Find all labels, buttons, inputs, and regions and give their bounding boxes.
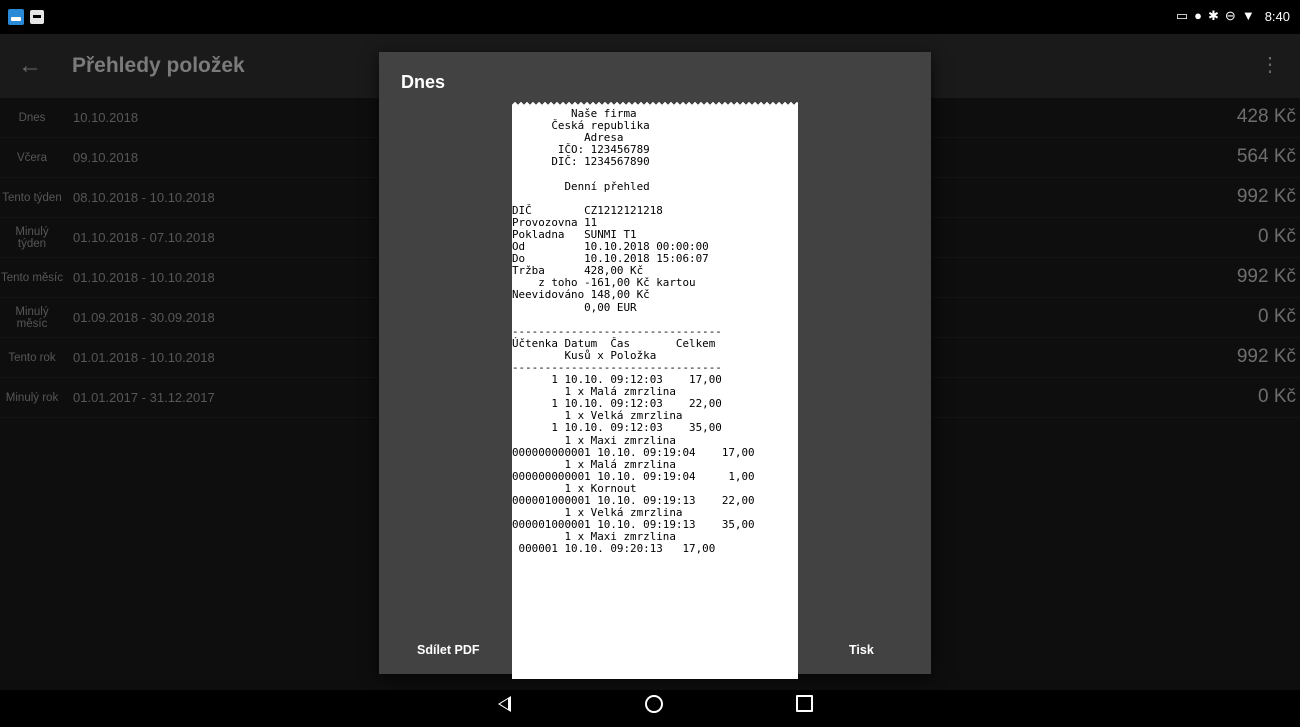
amount: 992 Kč bbox=[1236, 346, 1296, 367]
amount: 0 Kč bbox=[1257, 306, 1296, 327]
app-icon bbox=[8, 9, 24, 25]
status-bar: ▭ ● ✱ ⊖ ▼ 8:40 bbox=[0, 0, 1300, 34]
report-dialog: Dnes Naše firma Česká republika Adresa I… bbox=[379, 52, 931, 679]
period-label: Dnes bbox=[18, 111, 46, 124]
date-range: 09.10.2018 bbox=[73, 150, 139, 165]
dialog-actions: Sdílet PDF Sdílet text Uložit Tisk bbox=[379, 640, 931, 664]
date-range: 10.10.2018 bbox=[73, 110, 139, 125]
period-label: Minulý rok bbox=[5, 391, 59, 404]
date-range: 01.10.2018 - 07.10.2018 bbox=[73, 230, 215, 245]
amount: 0 Kč bbox=[1257, 226, 1296, 247]
more-vert-icon[interactable]: ⋮ bbox=[1260, 52, 1280, 77]
print-button[interactable]: Tisk bbox=[849, 643, 874, 657]
dialog-title: Dnes bbox=[401, 72, 446, 92]
receipt-text: Naše firma Česká republika Adresa IČO: 1… bbox=[512, 107, 755, 556]
receipt-preview[interactable]: Naše firma Česká republika Adresa IČO: 1… bbox=[512, 102, 798, 679]
period-label: Tento rok bbox=[8, 351, 56, 364]
amount: 564 Kč bbox=[1236, 146, 1296, 167]
date-range: 01.01.2017 - 31.12.2017 bbox=[73, 390, 215, 405]
status-bar-left bbox=[8, 9, 44, 25]
date-range: 01.01.2018 - 10.10.2018 bbox=[73, 350, 215, 365]
period-label: Tento týden bbox=[2, 191, 62, 204]
nav-recents-icon[interactable] bbox=[796, 695, 813, 712]
share-pdf-button[interactable]: Sdílet PDF bbox=[417, 643, 480, 657]
date-range: 01.10.2018 - 10.10.2018 bbox=[73, 270, 215, 285]
save-button[interactable]: Uložit bbox=[705, 643, 739, 657]
period-label: Minulý týden bbox=[15, 225, 49, 250]
bluetooth-icon: ✱ bbox=[1208, 8, 1219, 23]
arrow-left-icon[interactable]: ← bbox=[18, 52, 42, 80]
period-label: Tento měsíc bbox=[1, 271, 63, 284]
period-label: Minulý měsíc bbox=[15, 305, 49, 330]
navigation-bar bbox=[0, 690, 1300, 727]
amount: 428 Kč bbox=[1236, 106, 1296, 127]
page-title: Přehledy položek bbox=[72, 54, 245, 77]
period-label: Včera bbox=[16, 151, 48, 164]
status-time: 8:40 bbox=[1264, 8, 1290, 24]
amount: 992 Kč bbox=[1236, 266, 1296, 287]
date-range: 08.10.2018 - 10.10.2018 bbox=[73, 190, 215, 205]
amount: 992 Kč bbox=[1236, 186, 1296, 207]
cast-icon: ▭ bbox=[1175, 8, 1189, 23]
printer-icon bbox=[30, 10, 44, 24]
receipt-tear-edge bbox=[512, 102, 798, 106]
date-range: 01.09.2018 - 30.09.2018 bbox=[73, 310, 215, 325]
location-icon: ● bbox=[1194, 8, 1202, 23]
amount: 0 Kč bbox=[1257, 386, 1296, 407]
nav-home-icon[interactable] bbox=[645, 695, 663, 713]
status-bar-right: ▭ ● ✱ ⊖ ▼ 8:40 bbox=[1176, 8, 1290, 24]
wifi-icon: ▼ bbox=[1241, 8, 1255, 23]
share-text-button[interactable]: Sdílet text bbox=[554, 643, 614, 657]
do-not-disturb-icon: ⊖ bbox=[1224, 8, 1236, 23]
nav-back-icon[interactable] bbox=[498, 696, 511, 712]
